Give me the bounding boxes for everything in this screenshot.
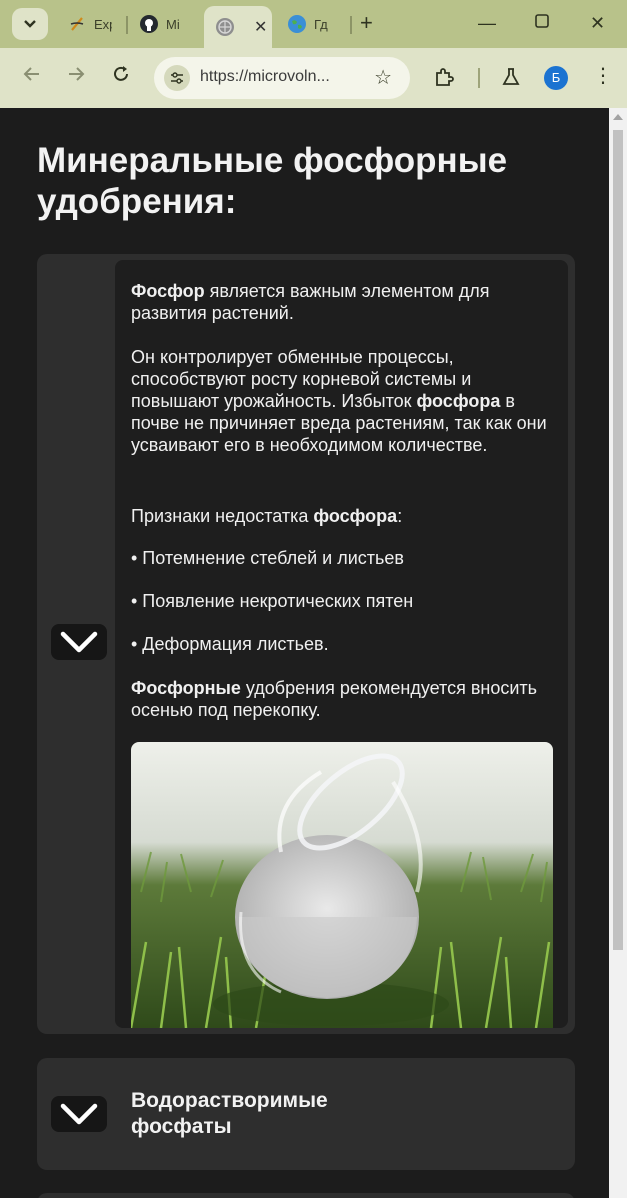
scroll-up-arrow-icon[interactable] [613, 114, 623, 120]
tab-title: Гд [314, 16, 328, 32]
page-viewport: Минеральные фосфорные удобрения: Фосфор … [0, 108, 609, 1198]
close-tab-icon[interactable]: ✕ [254, 17, 267, 37]
bold-term: Фосфор [131, 281, 205, 301]
list-item: • Появление некротических пятен [131, 591, 414, 611]
tab-title: Exp [94, 16, 112, 32]
back-button[interactable] [22, 64, 42, 90]
tab-title: Mi [166, 16, 180, 32]
toolbar-divider [478, 68, 480, 88]
tab-strip: Exp Mi ✕ Гд + — ✕ [0, 0, 627, 48]
close-window-button[interactable]: ✕ [590, 12, 605, 34]
spark-icon [68, 15, 86, 33]
accordion-content: Фосфор является важным элементом для раз… [115, 260, 568, 1028]
function-paragraph: Он контролирует обменные процессы, спосо… [131, 346, 551, 456]
recommendation-paragraph: Фосфорные удобрения рекомендуется вносит… [131, 677, 551, 721]
accordion-item-next[interactable] [37, 1193, 575, 1198]
left-edge [0, 108, 6, 1198]
github-icon [140, 15, 158, 33]
tab-github[interactable]: Mi [128, 6, 196, 42]
browser-menu-icon[interactable]: ⋮ [593, 64, 613, 88]
list-item: • Деформация листьев. [131, 634, 329, 654]
accordion-title: Водорастворимые фосфаты [131, 1089, 328, 1138]
earth-icon [288, 15, 306, 33]
scrollbar-thumb[interactable] [613, 130, 623, 950]
new-tab-button[interactable]: + [360, 12, 373, 34]
address-bar[interactable]: https://microvoln... ☆ [154, 57, 410, 99]
url-text: https://microvoln... [200, 68, 330, 85]
intro-paragraph: Фосфор является важным элементом для раз… [131, 280, 551, 324]
arrow-right-icon [69, 67, 85, 81]
text-span: : [397, 506, 403, 526]
tab-divider [350, 16, 352, 34]
browser-toolbar: https://microvoln... ☆ Б ⋮ [0, 48, 627, 108]
bold-term: фосфора [416, 391, 501, 411]
list-item: • Потемнение стеблей и листьев [131, 548, 404, 568]
bold-term: фосфора [313, 506, 398, 526]
fertilizer-photo [131, 742, 553, 1028]
accordion-toggle-button[interactable] [51, 1096, 107, 1132]
reload-button[interactable] [111, 64, 131, 90]
accordion-item-soluble-phosphates[interactable]: Водорастворимые фосфаты [37, 1058, 575, 1170]
chevron-down-icon [24, 20, 36, 28]
globe-icon [216, 18, 234, 36]
text-span: Признаки недостатка [131, 506, 314, 526]
labs-flask-icon[interactable] [500, 66, 522, 93]
page-title: Минеральные фосфорные удобрения: [37, 141, 508, 221]
chevron-down-icon [60, 1103, 98, 1125]
site-settings-icon[interactable] [164, 65, 190, 91]
chevron-down-icon [60, 631, 98, 653]
extensions-icon[interactable] [433, 66, 455, 93]
bookmark-star-icon[interactable]: ☆ [374, 65, 392, 90]
tab-active[interactable]: ✕ [204, 6, 272, 48]
page-scrollbar[interactable] [609, 108, 627, 1198]
deficiency-heading: Признаки недостатка фосфора: [131, 505, 551, 527]
profile-avatar[interactable]: Б [544, 66, 568, 90]
accordion-toggle-button[interactable] [51, 624, 107, 660]
maximize-icon [535, 14, 549, 28]
bold-term: Фосфорные [131, 678, 241, 698]
forward-button[interactable] [66, 64, 86, 90]
arrow-left-icon [23, 67, 39, 81]
accordion-item-phosphorus: Фосфор является важным элементом для раз… [37, 254, 575, 1034]
minimize-button[interactable]: — [478, 12, 496, 34]
reload-icon [114, 66, 128, 81]
tab-search-button[interactable] [12, 8, 48, 40]
maximize-button[interactable] [534, 12, 550, 34]
tab-exp[interactable]: Exp [56, 6, 124, 42]
tab-gd[interactable]: Гд [276, 6, 344, 42]
